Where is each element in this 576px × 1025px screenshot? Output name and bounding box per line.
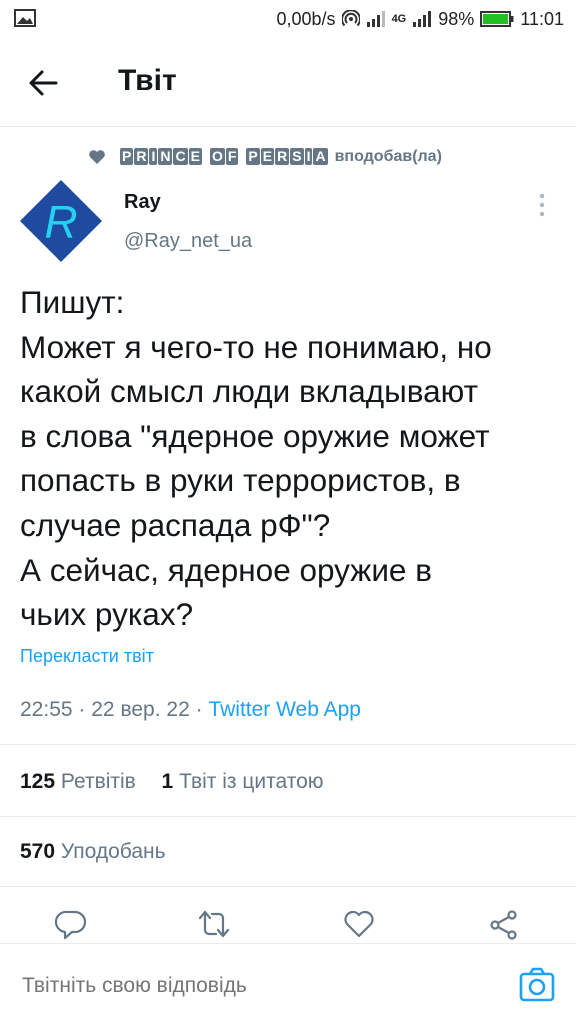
status-bar: 0,00b/s 4G 98% 11:01 [0,0,576,40]
share-icon[interactable] [488,908,520,940]
avatar-letter: R [44,196,77,248]
like-icon[interactable] [343,908,375,940]
likes-label: Уподобань [60,840,166,863]
liked-by-letter: E [260,148,275,165]
social-context[interactable]: PRINCEOFPERSIA вподобав(ла) [88,144,442,170]
camera-icon[interactable] [518,966,556,1004]
reply-input[interactable] [22,974,462,998]
status-icons: 0,00b/s 4G 98% 11:01 [277,6,564,32]
likes-count: 570 [20,840,56,863]
meta-separator: · [195,698,203,721]
tweet-line: чьих руках? [20,596,194,633]
translate-tweet-link[interactable]: Перекласти твіт [20,646,154,667]
tweet-line: А сейчас, ядерное оружие в [20,551,432,588]
author-handle[interactable]: @Ray_net_ua [124,230,252,253]
clock: 11:01 [520,8,564,29]
divider [0,816,576,817]
tweet-meta: 22:55 · 22 вер. 22 · Twitter Web App [20,698,361,722]
liked-by-letter: N [158,148,173,165]
tweet-time: 22:55 [20,698,73,721]
reply-icon[interactable] [55,908,87,940]
liked-by-name[interactable]: PRINCEOFPERSIA [120,148,329,166]
liked-by-letter: P [120,148,134,165]
divider [0,886,576,887]
retweet-stats[interactable]: 125 Ретвітів 1 Твіт із цитатою [20,770,324,794]
signal-icon-1 [366,11,385,27]
meta-separator: · [78,698,86,721]
top-app-bar: Твіт [0,40,576,127]
tweet-line: какой смысл люди вкладывают [20,373,479,410]
liked-by-letter: A [313,148,328,165]
page-title: Твіт [118,64,177,97]
avatar[interactable]: R [18,178,104,264]
hotspot-icon [341,10,360,27]
gallery-notification-icon [14,9,36,27]
quotes-label[interactable]: Твіт із цитатою [179,770,323,793]
liked-by-letter: P [246,148,260,165]
liked-by-letter: R [134,148,149,165]
liked-by-letter: O [209,148,225,165]
liked-by-letter: F [225,148,239,165]
tweet-line: Пишут: [20,284,125,320]
liked-by-letter: I [149,148,158,165]
tweet-line: в слова "ядерное оружие может [20,417,490,454]
liked-by-letter: C [173,148,188,165]
more-options-icon[interactable] [536,192,548,218]
liked-by-letter: S [290,148,304,165]
network-speed: 0,00b/s [276,8,336,29]
quotes-count: 1 [161,770,174,793]
liked-action-text: вподобав(ла) [334,148,442,165]
tweet-line: Может я чего-то не понимаю, но [20,328,492,365]
network-type: 4G [391,13,407,25]
divider [0,744,576,745]
retweets-count: 125 [20,770,56,793]
tweet-line: случае распада рФ"? [20,506,331,543]
author-name[interactable]: Ray [124,191,161,214]
heart-filled-icon [89,150,105,164]
back-arrow-icon[interactable] [26,66,60,100]
tweet-source-link[interactable]: Twitter Web App [208,698,361,721]
battery-percent: 98% [438,8,475,29]
tweet-line: попасть в руки террористов, в [20,462,461,499]
liked-by-letter: I [304,148,313,165]
tweet-text: Пишут: Может я чего-то не понимаю, но ка… [20,280,560,637]
reply-bar [0,943,576,1025]
tweet-date: 22 вер. 22 [91,698,190,721]
like-stats[interactable]: 570 Уподобань [20,840,166,864]
signal-icon-2 [413,11,432,27]
retweets-label: Ретвітів [60,770,136,793]
liked-by-letter: E [188,148,202,165]
liked-by-letter: R [275,148,290,165]
battery-icon [480,11,514,27]
retweet-icon[interactable] [198,908,230,940]
